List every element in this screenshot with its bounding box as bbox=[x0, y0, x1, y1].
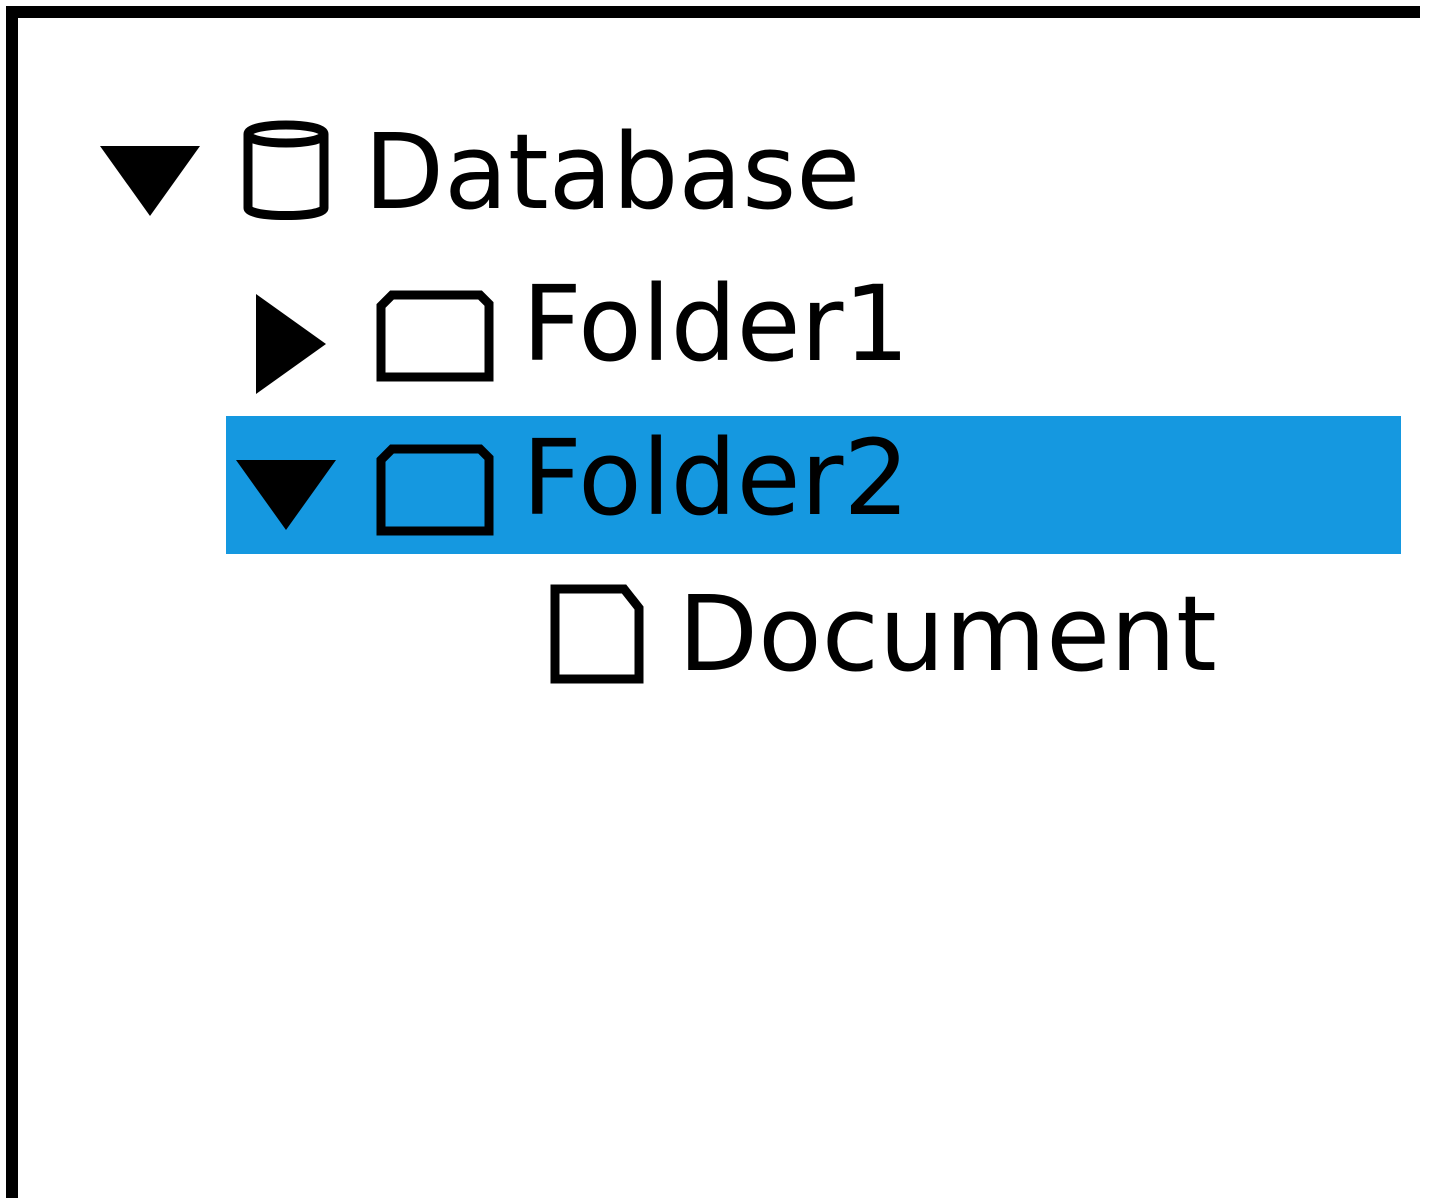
tree-node-folder1[interactable]: Folder1 bbox=[226, 262, 926, 400]
panel-border-left bbox=[6, 6, 18, 1198]
document-icon bbox=[550, 584, 644, 684]
tree-node-label: Folder2 bbox=[522, 417, 910, 539]
tree-node-label: Database bbox=[364, 111, 861, 233]
tree-node-folder2[interactable]: Folder2 bbox=[226, 416, 1401, 554]
expand-arrow-icon[interactable] bbox=[100, 146, 200, 218]
tree-node-database[interactable]: Database bbox=[90, 108, 890, 246]
folder-icon bbox=[376, 444, 494, 536]
database-icon bbox=[243, 120, 329, 220]
tree-node-document[interactable]: Document bbox=[550, 570, 1250, 708]
tree-node-label: Document bbox=[678, 573, 1217, 695]
expand-arrow-icon[interactable] bbox=[236, 460, 336, 532]
collapse-arrow-icon[interactable] bbox=[256, 294, 328, 394]
tree-node-label: Folder1 bbox=[522, 263, 910, 385]
tree-view-panel: Database Folder1 Folder2 Document bbox=[0, 0, 1429, 1198]
folder-icon bbox=[376, 290, 494, 382]
panel-border-top bbox=[6, 6, 1420, 18]
